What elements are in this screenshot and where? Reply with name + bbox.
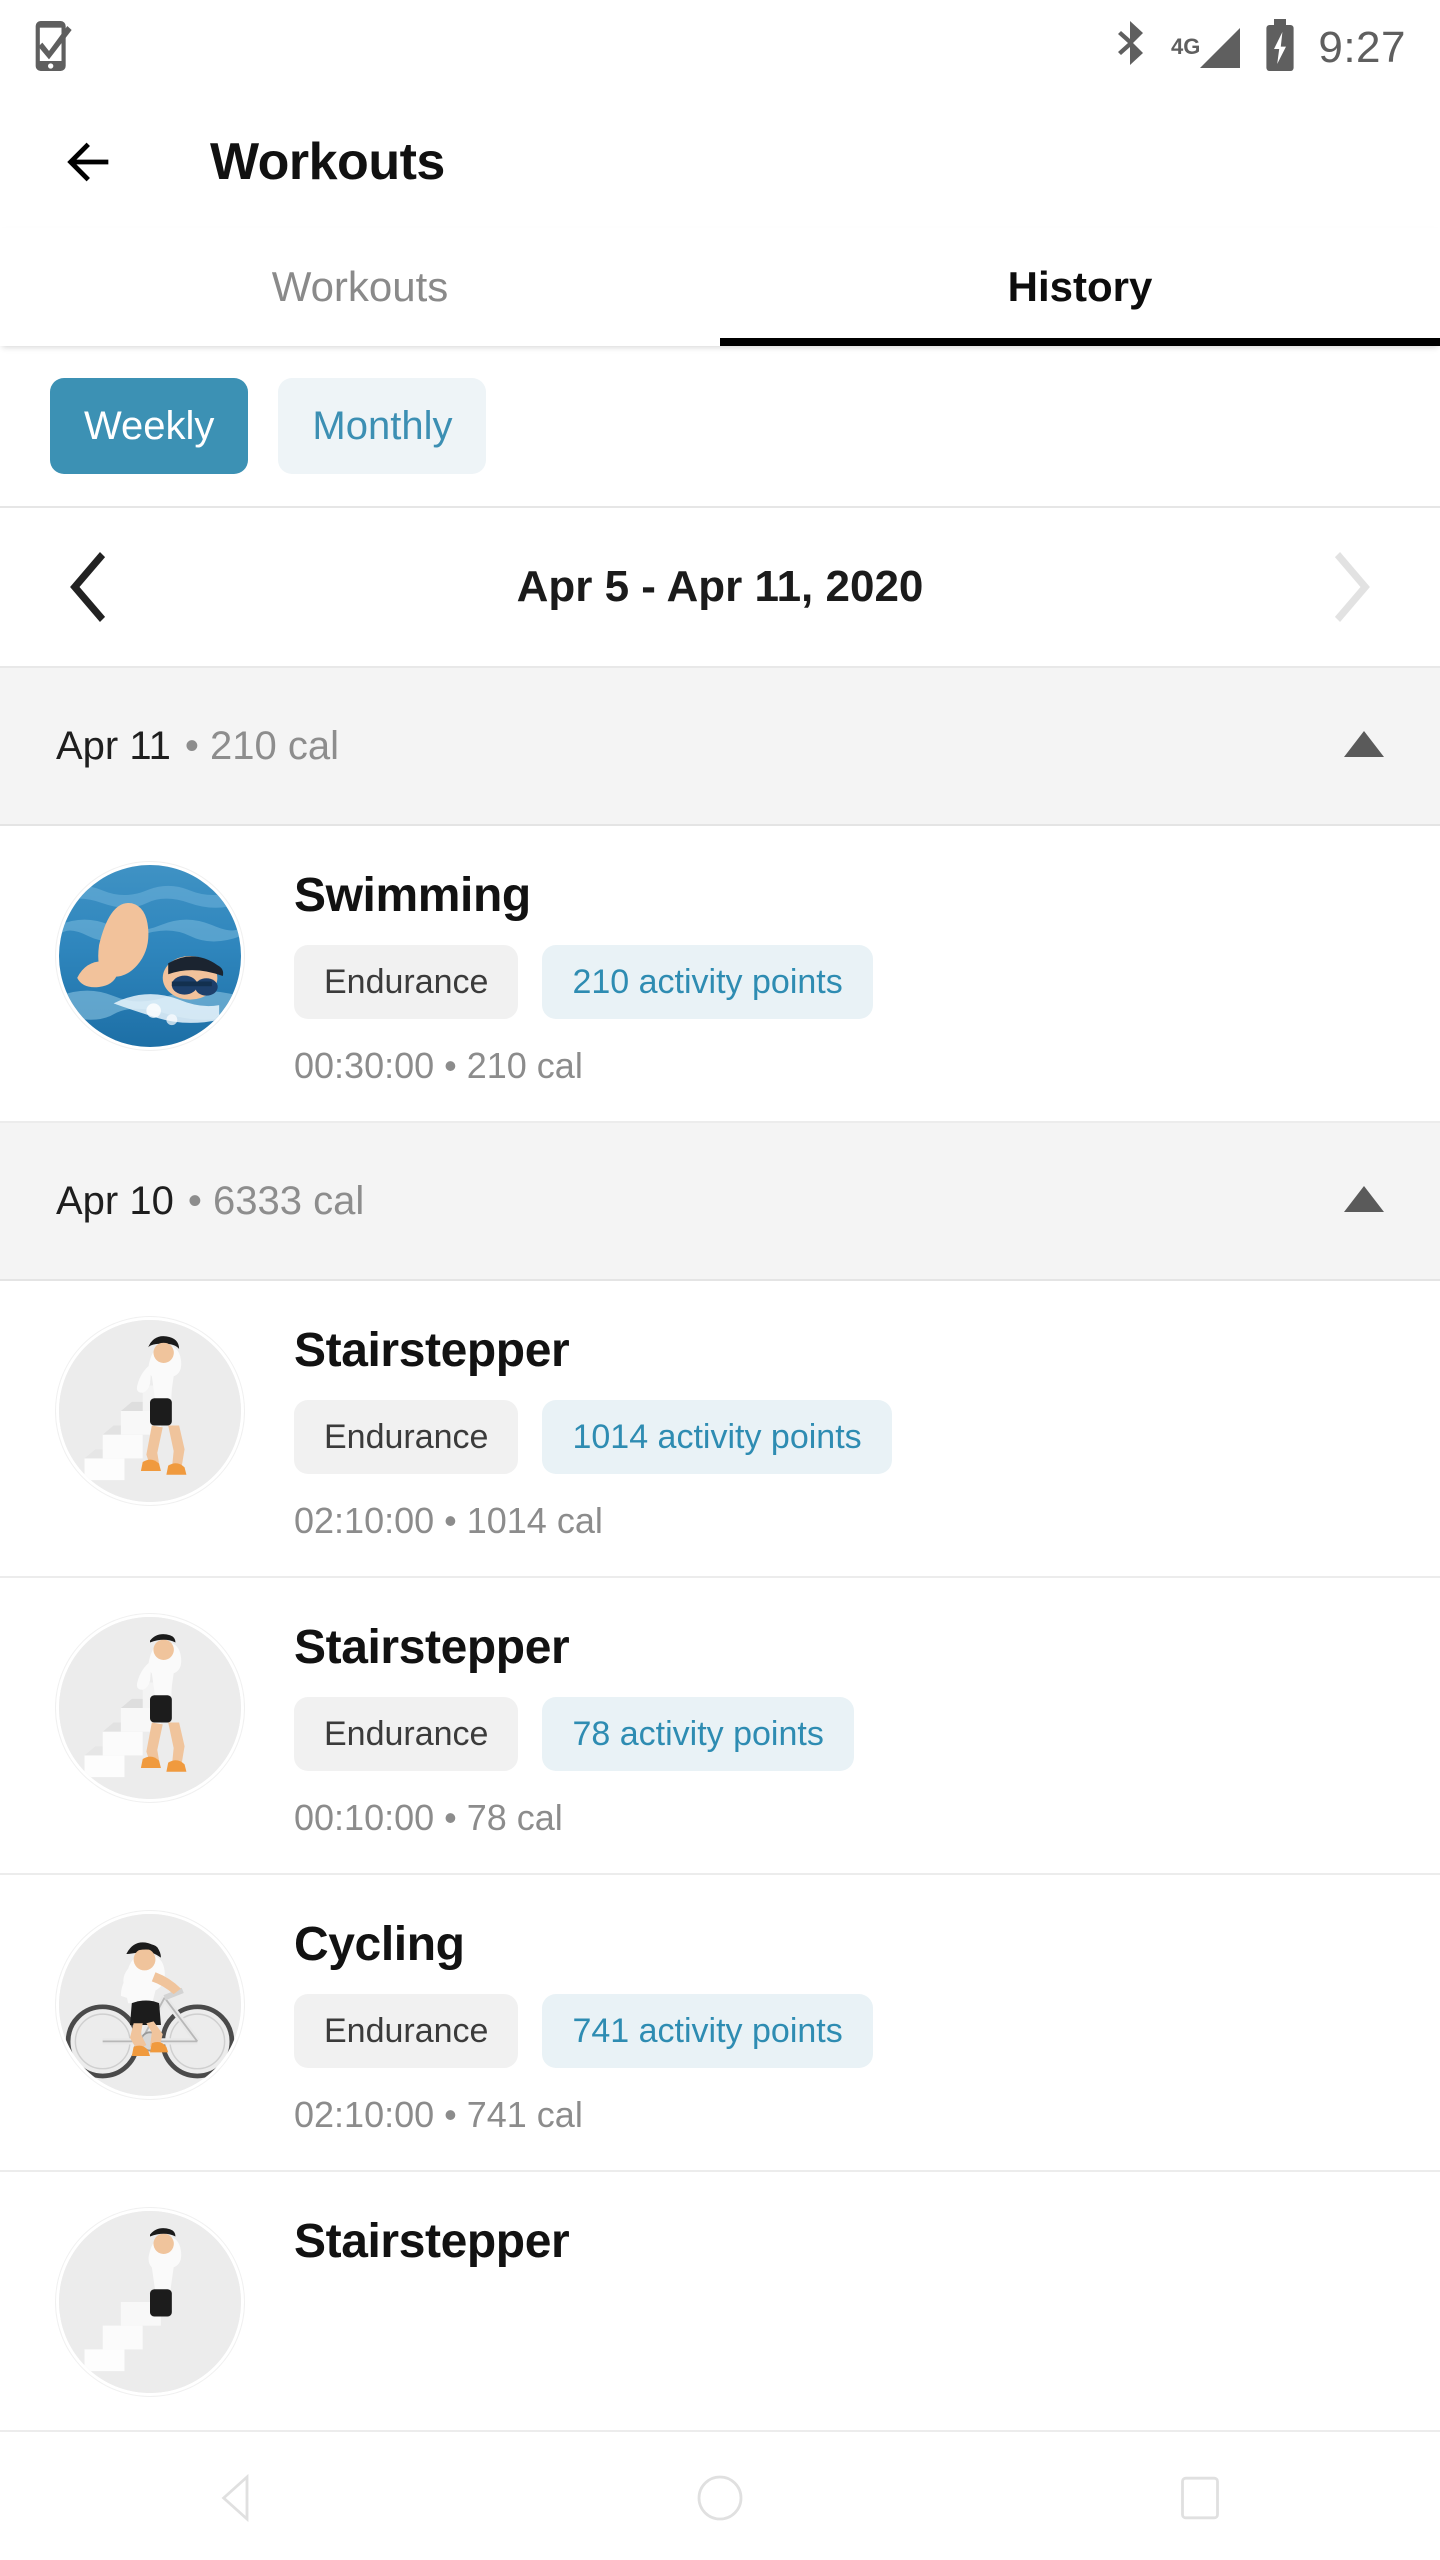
triangle-up-icon[interactable] (1344, 730, 1384, 762)
battery-charging-icon (1264, 18, 1296, 78)
nav-recents-icon[interactable] (1172, 2470, 1228, 2531)
swimming-photo (56, 862, 244, 1050)
period-option-monthly-label: Monthly (312, 403, 453, 448)
chevron-right-icon[interactable] (1296, 552, 1404, 622)
status-bar-left (34, 19, 74, 78)
workout-points-chip: 741 activity points (542, 1994, 873, 2068)
workout-row[interactable]: Swimming Endurance 210 activity points 0… (0, 826, 1440, 1123)
workout-meta: 02:10:00 • 1014 cal (294, 1500, 603, 1541)
tab-workouts[interactable]: Workouts (0, 228, 720, 346)
back-arrow-icon[interactable] (60, 133, 118, 191)
day-group-calories-value: 6333 cal (212, 1178, 365, 1223)
workout-chips: Endurance 1014 activity points (294, 1400, 1384, 1474)
stairstepper-photo (56, 2208, 244, 2396)
cycling-photo (56, 1911, 244, 2099)
day-group-calories: • 210 cal (184, 723, 339, 768)
app-screen: 4G 9:27 Workouts Workouts History Weekly (0, 0, 1440, 2560)
workout-title: Stairstepper (294, 1621, 570, 1674)
tab-bar: Workouts History (0, 228, 1440, 346)
triangle-up-icon[interactable] (1344, 1185, 1384, 1217)
period-toggle: Weekly Monthly (0, 346, 1440, 508)
workout-category-chip: Endurance (294, 1697, 519, 1771)
date-range-label: Apr 5 - Apr 11, 2020 (516, 562, 924, 611)
stairstepper-photo (56, 1317, 244, 1505)
workout-meta: 02:10:00 • 741 cal (294, 2094, 583, 2135)
app-bar: Workouts (0, 96, 1440, 228)
date-range-navigator: Apr 5 - Apr 11, 2020 (0, 508, 1440, 668)
stairstepper-photo (56, 1614, 244, 1802)
tab-workouts-label: Workouts (271, 263, 449, 310)
status-bar-right: 4G 9:27 (1113, 18, 1406, 78)
workout-category-chip: Endurance (294, 1994, 519, 2068)
status-bar-clock: 9:27 (1318, 23, 1406, 72)
workout-chips: Endurance 78 activity points (294, 1697, 1384, 1771)
workout-row[interactable]: Cycling Endurance 741 activity points 02… (0, 1875, 1440, 2172)
chevron-left-icon[interactable] (36, 552, 144, 622)
workout-row-body: Stairstepper Endurance 78 activity point… (294, 1614, 1384, 1839)
workout-row[interactable]: Stairstepper (0, 2172, 1440, 2432)
workout-title: Cycling (294, 1918, 465, 1971)
day-group-header[interactable]: Apr 10 • 6333 cal (0, 1123, 1440, 1281)
bluetooth-icon (1113, 20, 1147, 76)
signal-4g-icon: 4G (1169, 26, 1242, 70)
workout-points-chip: 1014 activity points (542, 1400, 892, 1474)
day-group-header[interactable]: Apr 11 • 210 cal (0, 668, 1440, 826)
network-type-label: 4G (1171, 34, 1201, 59)
system-navigation-bar (0, 2440, 1440, 2560)
workout-category-chip: Endurance (294, 945, 519, 1019)
tab-history[interactable]: History (720, 228, 1440, 346)
workout-row-body: Cycling Endurance 741 activity points 02… (294, 1911, 1384, 2136)
nav-home-icon[interactable] (692, 2470, 748, 2531)
workout-points-chip: 210 activity points (542, 945, 873, 1019)
workout-chips: Endurance 210 activity points (294, 945, 1384, 1019)
workout-title: Stairstepper (294, 2215, 570, 2268)
workout-row-body: Stairstepper Endurance 1014 activity poi… (294, 1317, 1384, 1542)
phone-check-icon (34, 19, 74, 78)
day-group-calories: • 6333 cal (187, 1178, 365, 1223)
workout-points-chip: 78 activity points (542, 1697, 854, 1771)
workout-row[interactable]: Stairstepper Endurance 78 activity point… (0, 1578, 1440, 1875)
workout-row[interactable]: Stairstepper Endurance 1014 activity poi… (0, 1281, 1440, 1578)
workout-row-body: Stairstepper (294, 2208, 1384, 2269)
workout-meta: 00:10:00 • 78 cal (294, 1797, 563, 1838)
day-group-date: Apr 11 (56, 723, 171, 768)
period-option-weekly-label: Weekly (84, 403, 215, 448)
day-group-calories-value: 210 cal (210, 723, 339, 768)
day-group-date: Apr 10 (56, 1178, 174, 1223)
workout-category-chip: Endurance (294, 1400, 519, 1474)
tab-history-label: History (1007, 263, 1153, 310)
period-option-monthly[interactable]: Monthly (278, 378, 487, 474)
workout-chips: Endurance 741 activity points (294, 1994, 1384, 2068)
period-option-weekly[interactable]: Weekly (50, 378, 249, 474)
workout-meta: 00:30:00 • 210 cal (294, 1045, 583, 1086)
workout-title: Stairstepper (294, 1324, 570, 1377)
nav-back-icon[interactable] (212, 2470, 268, 2531)
page-title: Workouts (210, 133, 445, 191)
workout-row-body: Swimming Endurance 210 activity points 0… (294, 862, 1384, 1087)
workout-title: Swimming (294, 869, 531, 922)
status-bar: 4G 9:27 (0, 0, 1440, 96)
